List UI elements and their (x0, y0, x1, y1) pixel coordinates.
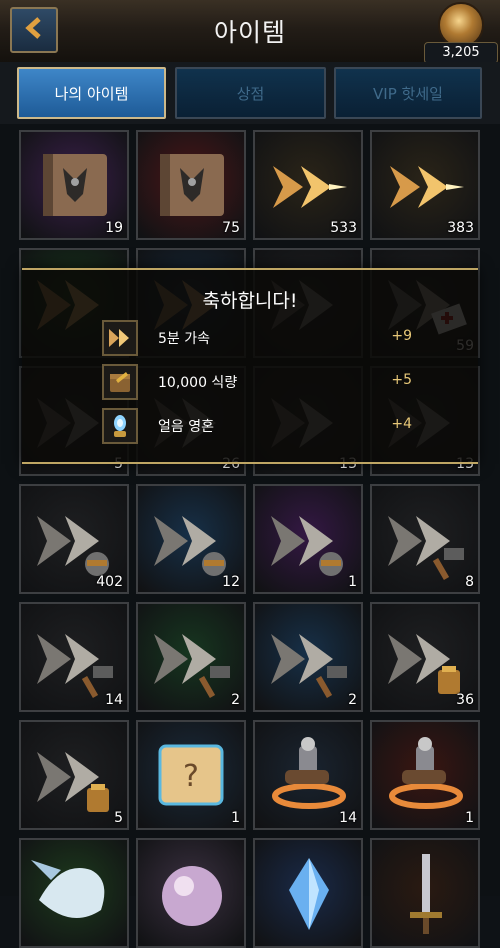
reward-amount: +4 (391, 416, 412, 432)
item-slot[interactable]: 533 (253, 130, 363, 240)
tab-bar: 나의 아이템 상점 VIP 핫세일 (0, 62, 500, 124)
svg-text:?: ? (183, 759, 199, 794)
item-slot[interactable]: 383 (370, 130, 480, 240)
speedup-icon (102, 320, 138, 356)
reward-name: 10,000 식량 (158, 375, 238, 391)
tab-shop[interactable]: 상점 (175, 67, 326, 119)
speedup-training-icon (271, 516, 343, 576)
item-slot[interactable]: 402 (19, 484, 129, 594)
food-icon (102, 364, 138, 400)
reward-amount: +9 (391, 328, 412, 344)
orb-icon (162, 866, 222, 926)
power-value: 3,205 (424, 42, 498, 64)
ice-soul-icon (102, 408, 138, 444)
item-slot[interactable]: ? 1 (136, 720, 246, 830)
item-slot[interactable]: 12 (136, 484, 246, 594)
pegasus-icon (31, 860, 105, 918)
item-slot[interactable]: 2 (136, 602, 246, 712)
item-count: 19 (105, 220, 123, 236)
item-count: 1 (348, 574, 357, 590)
item-slot[interactable] (370, 838, 480, 948)
sword-icon (410, 854, 442, 934)
item-count: 2 (348, 692, 357, 708)
reward-name: 얼음 영혼 (158, 419, 214, 435)
item-slot[interactable]: 14 (253, 720, 363, 830)
item-grid: 197553338359526131340212181422365?1141 (0, 124, 500, 948)
item-slot[interactable]: 8 (370, 484, 480, 594)
item-count: 2 (231, 692, 240, 708)
reward-row: 10,000 식량 +5 (102, 364, 422, 400)
item-slot[interactable] (253, 838, 363, 948)
item-count: 533 (330, 220, 357, 236)
item-slot[interactable]: 75 (136, 130, 246, 240)
item-count: 14 (339, 810, 357, 826)
top-bar: 아이템 3,205 (0, 0, 500, 71)
item-slot[interactable]: 2 (253, 602, 363, 712)
tab-my-items[interactable]: 나의 아이템 (17, 67, 166, 119)
crystal-icon (289, 858, 329, 930)
item-count: 36 (456, 692, 474, 708)
popup-title: 축하합니다! (202, 290, 298, 312)
item-slot[interactable]: 14 (19, 602, 129, 712)
item-slot[interactable]: 36 (370, 602, 480, 712)
speedup-building-icon (271, 634, 347, 699)
item-slot[interactable]: 1 (253, 484, 363, 594)
reward-name: 5분 가속 (158, 331, 210, 347)
reward-amount: +5 (391, 372, 412, 388)
item-slot[interactable] (136, 838, 246, 948)
speedup-research-icon (37, 752, 109, 812)
item-slot[interactable]: 1 (370, 720, 480, 830)
item-slot[interactable]: 5 (19, 720, 129, 830)
item-count: 1 (231, 810, 240, 826)
item-count: 1 (465, 810, 474, 826)
item-count: 8 (465, 574, 474, 590)
reward-row: 얼음 영혼 +4 (102, 408, 422, 444)
tab-vip-sale[interactable]: VIP 핫세일 (334, 67, 482, 119)
item-count: 75 (222, 220, 240, 236)
item-slot[interactable]: 19 (19, 130, 129, 240)
cavalry-swap-red-icon (389, 737, 463, 809)
reward-popup[interactable]: 축하합니다! 5분 가속 +9 10,000 식량 +5 얼음 영혼 +4 (22, 268, 478, 464)
reward-row: 5분 가속 +9 (102, 320, 422, 356)
item-slot[interactable] (19, 838, 129, 948)
mystery-scroll-icon: ? (158, 744, 224, 806)
item-count: 5 (114, 810, 123, 826)
item-count: 383 (447, 220, 474, 236)
item-count: 402 (96, 574, 123, 590)
item-count: 14 (105, 692, 123, 708)
item-count: 12 (222, 574, 240, 590)
speedup-building-icon (154, 634, 230, 699)
speedup-building-icon (388, 516, 464, 581)
